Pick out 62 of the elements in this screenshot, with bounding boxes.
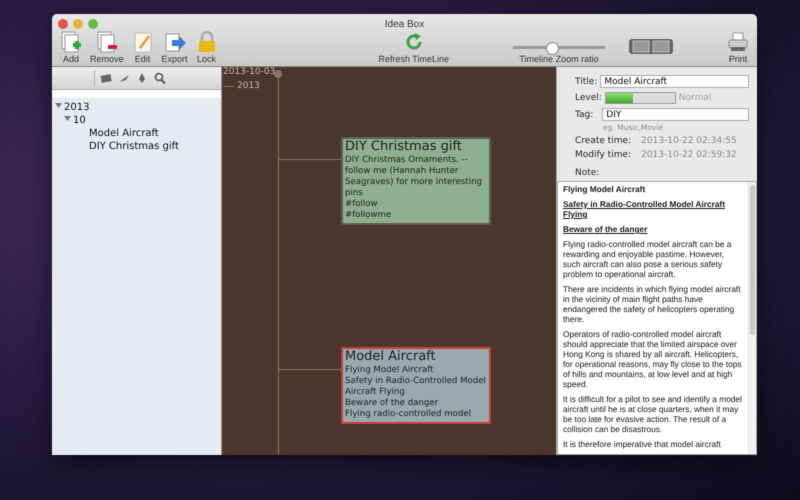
search-field[interactable] <box>52 90 221 98</box>
lock-button[interactable]: Lock <box>192 31 222 64</box>
title-field[interactable]: Model Aircraft <box>600 75 749 88</box>
note-paragraph: It is difficult for a pilot to see and identify a model aircraft until he is at close quarters, when it may be too late for evasive action. The result of a collision can be disastrous. <box>563 394 742 434</box>
add-button[interactable]: Add <box>56 31 86 64</box>
timestamp: 2013-10-22 02:34:55 <box>641 136 737 146</box>
document-minus-icon <box>96 31 118 53</box>
card-text: Flying Model Aircraft <box>345 365 434 376</box>
edit-button[interactable]: Edit <box>128 31 158 64</box>
field-label: Note: <box>575 168 600 178</box>
zoom-button[interactable] <box>88 19 98 29</box>
timeline-start-dot <box>274 70 282 78</box>
note-paragraph: Operators of radio-controlled model aircraft should appreciate that the limited airspace over Hong Kong is shared by all aircraft. Helicopters, for operational reasons, may fly close to the tops of hills and mountains, at low level and at high speed. <box>563 329 742 389</box>
tree-folder[interactable]: 2013 <box>64 101 90 114</box>
feather-icon[interactable] <box>117 72 131 84</box>
card-title: Model Aircraft <box>345 349 437 365</box>
tree-item[interactable]: DIY Christmas gift <box>89 140 179 153</box>
tree-item[interactable]: Model Aircraft <box>89 127 159 140</box>
print-button[interactable]: Print <box>723 31 753 64</box>
pencil-icon <box>132 31 154 53</box>
timeline-date: 2013-10-03 <box>223 67 276 77</box>
field-label: Level: <box>575 93 602 103</box>
year-label: 2013 <box>237 81 260 91</box>
note-paragraph: It is therefore imperative that model aircraft <box>563 439 722 449</box>
remove-button[interactable]: Remove <box>86 31 128 64</box>
document-plus-icon <box>60 31 82 53</box>
note-paragraph: Flying radio-controlled model aircraft can be a rewarding and enjoyable pastime. However, such aircraft can also pose a serious safety problem to operational aircraft. <box>563 239 732 279</box>
card-text: Beware of the danger <box>345 398 440 409</box>
tag-field[interactable]: DIY <box>602 108 749 121</box>
note-icon[interactable] <box>99 72 113 84</box>
slider-label: Timeline Zoom ratio <box>519 54 599 64</box>
field-label: Modify time: <box>575 150 632 160</box>
field-label: Tag: <box>575 110 594 120</box>
note-field[interactable] <box>557 181 757 455</box>
note-paragraph: There are incidents in which flying model aircraft in the vicinity of main flight paths have endangered the safety of helicopters operating there. <box>563 284 742 324</box>
level-reading: Normal <box>678 93 712 103</box>
refresh-button[interactable]: Refresh TimeLine <box>374 31 453 64</box>
idea-card[interactable]: Model Aircraft Flying Model Aircraft Safety in Radio-Controlled Model Aircraft Flying Beware of the danger Flying radio-controlled model <box>341 347 491 424</box>
idea-card[interactable]: DIY Christmas gift DIY Christmas Ornaments. --follow me (Hannah Hunter Seagraves) for more interesting pins #follow #followme <box>341 137 491 225</box>
timestamp: 2013-10-22 02:59:32 <box>641 150 737 160</box>
card-text: DIY Christmas Ornaments. --follow me (Hannah Hunter Seagraves) for more interesting pins <box>345 155 483 199</box>
panel-layout-icon[interactable] <box>629 39 673 54</box>
slider-thumb[interactable] <box>546 42 559 55</box>
search-icon[interactable] <box>153 72 167 84</box>
card-text: Flying radio-controlled model <box>345 409 472 420</box>
note-heading: Safety in Radio-Controlled Model Aircraft Flying <box>563 199 726 219</box>
note-heading: Beware of the danger <box>563 224 648 234</box>
card-text: #follow <box>345 199 379 210</box>
note-heading: Flying Model Aircraft <box>563 184 646 194</box>
card-text: #followme <box>345 210 392 221</box>
close-button[interactable] <box>58 19 68 29</box>
field-label: Title: <box>575 76 598 86</box>
card-title: DIY Christmas gift <box>345 139 463 155</box>
field-label: Create time: <box>575 136 632 146</box>
export-icon <box>164 31 186 53</box>
window-title: Idea Box <box>384 18 424 30</box>
level-bar[interactable] <box>604 92 676 104</box>
tree-folder[interactable]: 10 <box>73 114 86 127</box>
printer-icon <box>727 31 749 53</box>
scrollbar-thumb[interactable] <box>750 185 755 335</box>
card-text: Safety in Radio-Controlled Model Aircraft Flying <box>345 376 487 398</box>
export-button[interactable]: Export <box>158 31 192 64</box>
